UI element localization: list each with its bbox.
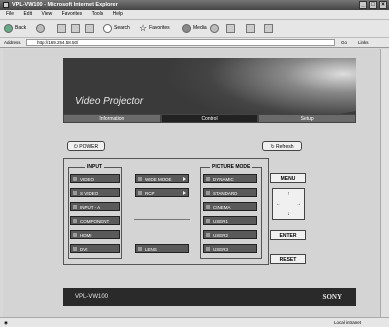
forward-arrow-icon [36,24,45,33]
go-button[interactable]: Go [341,38,347,47]
history-button[interactable] [210,23,219,34]
stop-icon [57,24,66,33]
header-graphic [133,58,356,114]
mail-icon [226,24,235,33]
menu-file[interactable]: File [6,11,14,17]
left-arrow-icon[interactable]: ← [274,200,283,208]
input-group-title: INPUT [85,164,104,170]
menu-button[interactable]: MENU [270,173,306,183]
picture-cinema-button[interactable]: CINEMA [203,202,257,211]
down-arrow-icon[interactable]: ↓ [284,210,293,218]
minimize-icon[interactable]: _ [359,1,367,9]
input-component-button[interactable]: COMPONENT [70,216,120,225]
address-bar: Address http://169.254.58.50/ Go Links [0,38,389,48]
maximize-icon[interactable]: □ [369,1,377,9]
right-arrow-icon[interactable]: → [294,200,303,208]
print-icon [246,24,255,33]
input-svideo-button[interactable]: S VIDEO [70,188,120,197]
enter-button[interactable]: ENTER [270,230,306,240]
nav-tabs: Information Control Setup [63,114,357,123]
links-label[interactable]: Links [358,38,369,47]
window-title: VPL-VW100 - Microsoft Internet Explorer [12,2,118,8]
mail-button[interactable] [226,23,235,34]
edit-button[interactable] [264,23,273,34]
favorites-button[interactable]: ☆ Favorites [139,23,170,34]
picture-user2-button[interactable]: USER2 [203,230,257,239]
tab-information[interactable]: Information [63,114,161,123]
picture-standard-button[interactable]: STANDARD [203,188,257,197]
menu-view[interactable]: View [41,11,52,17]
wide-mode-button[interactable]: WIDE MODE [135,174,189,183]
header-brand: Video Projector [75,96,144,107]
vertical-scrollbar[interactable] [380,49,389,317]
page-header: Video Projector [63,58,356,114]
input-a-button[interactable]: INPUT - A [70,202,120,211]
page-footer: VPL-VW100 SONY [63,288,356,306]
forward-button[interactable] [36,23,45,34]
picture-mode-title: PICTURE MODE [210,164,253,170]
sony-logo: SONY [322,293,342,301]
back-arrow-icon [4,24,13,33]
menu-tools[interactable]: Tools [92,11,104,17]
home-button[interactable] [85,23,94,34]
media-button[interactable]: Media [182,23,207,34]
picture-dynamic-button[interactable]: DYNAMIC [203,174,257,183]
stop-button[interactable] [57,23,66,34]
refresh-toolbar-button[interactable] [71,23,80,34]
expand-arrow-icon [183,191,186,195]
tab-control[interactable]: Control [160,114,259,123]
search-button[interactable]: Search [103,23,130,34]
browser-window: VPL-VW100 - Microsoft Internet Explorer … [0,0,389,327]
menu-edit[interactable]: Edit [23,11,32,17]
menu-help[interactable]: Help [113,11,123,17]
picture-user1-button[interactable]: USER1 [203,216,257,225]
address-label: Address [4,40,21,45]
menu-bar: File Edit View Favorites Tools Help [0,10,389,20]
print-button[interactable] [246,23,255,34]
refresh-button[interactable]: ↻ Refresh [262,141,302,151]
divider [134,219,190,220]
lens-button[interactable]: LENS [135,244,189,253]
footer-model: VPL-VW100 [75,294,109,300]
refresh-icon [71,24,80,33]
browser-toolbar: Back Search ☆ Favorites Media [0,20,389,38]
tab-setup[interactable]: Setup [258,114,357,123]
picture-user3-button[interactable]: USER3 [203,244,257,253]
arrow-pad: ↑ ← → ↓ [272,188,305,220]
address-input[interactable]: http://169.254.58.50/ [26,39,335,46]
address-url: http://169.254.58.50/ [37,40,79,45]
ie-icon [3,2,9,8]
menu-favorites[interactable]: Favorites [62,11,83,17]
input-dvi-button[interactable]: DVI [70,244,120,253]
edit-icon [264,24,273,33]
up-arrow-icon[interactable]: ↑ [284,190,293,198]
star-icon: ☆ [139,23,148,33]
expand-arrow-icon [183,177,186,181]
home-icon [85,24,94,33]
search-icon [103,24,112,33]
back-button[interactable]: Back [4,23,26,34]
input-hdmi-button[interactable]: HDMI [70,230,120,239]
history-icon [210,24,219,33]
power-button[interactable]: ⏻ POWER [67,141,105,151]
close-icon[interactable]: × [379,1,387,9]
reset-button[interactable]: RESET [270,254,306,264]
media-icon [182,24,191,33]
rcp-button[interactable]: RCP [135,188,189,197]
input-video-button[interactable]: VIDEO [70,174,120,183]
title-bar: VPL-VW100 - Microsoft Internet Explorer … [0,0,389,10]
